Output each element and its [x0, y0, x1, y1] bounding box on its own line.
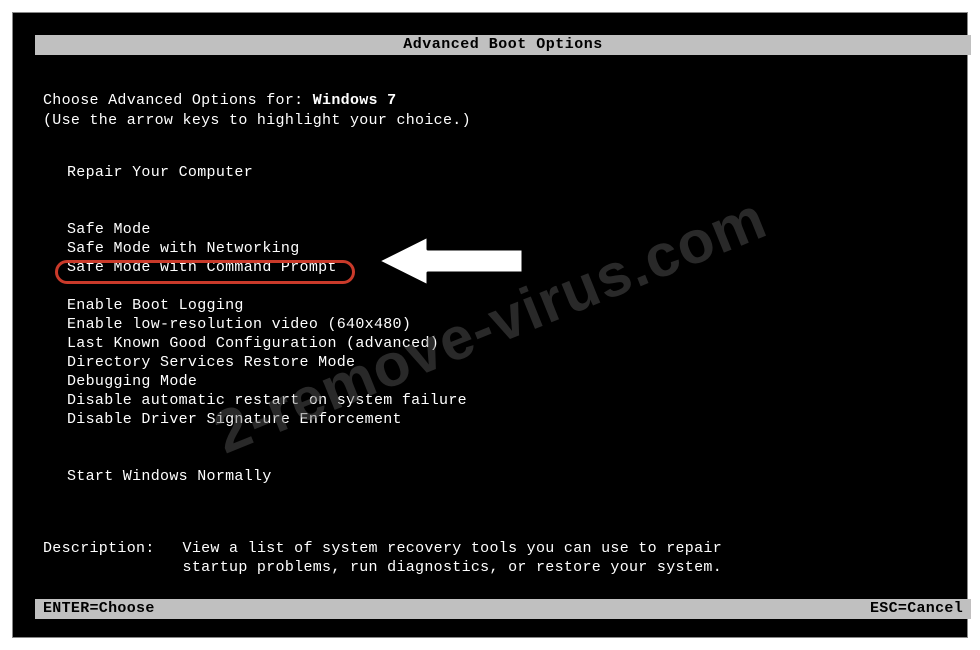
boot-screen: Advanced Boot Options Choose Advanced Op… — [12, 12, 968, 638]
option-low-res[interactable]: Enable low-resolution video (640x480) — [65, 315, 469, 334]
footer-enter: ENTER=Choose — [43, 599, 155, 619]
footer-esc: ESC=Cancel — [870, 599, 963, 619]
boot-options-list: Repair Your Computer Safe Mode Safe Mode… — [65, 163, 469, 486]
os-name: Windows 7 — [313, 92, 397, 109]
option-debugging[interactable]: Debugging Mode — [65, 372, 469, 391]
option-disable-sig-enforcement[interactable]: Disable Driver Signature Enforcement — [65, 410, 469, 429]
description-block: Description: View a list of system recov… — [43, 539, 722, 577]
option-safe-mode[interactable]: Safe Mode — [65, 220, 469, 239]
option-start-normally[interactable]: Start Windows Normally — [65, 467, 469, 486]
option-dsrm[interactable]: Directory Services Restore Mode — [65, 353, 469, 372]
option-repair[interactable]: Repair Your Computer — [65, 163, 469, 182]
description-line2: startup problems, run diagnostics, or re… — [43, 559, 722, 576]
title-text: Advanced Boot Options — [403, 36, 603, 53]
nav-hint: (Use the arrow keys to highlight your ch… — [43, 112, 471, 129]
title-bar: Advanced Boot Options — [35, 35, 971, 55]
option-boot-logging[interactable]: Enable Boot Logging — [65, 296, 469, 315]
option-last-known-good[interactable]: Last Known Good Configuration (advanced) — [65, 334, 469, 353]
prompt-prefix: Choose Advanced Options for: — [43, 92, 313, 109]
description-label: Description: — [43, 540, 183, 557]
option-disable-auto-restart[interactable]: Disable automatic restart on system fail… — [65, 391, 469, 410]
header-text: Choose Advanced Options for: Windows 7 (… — [43, 91, 471, 131]
option-safe-mode-networking[interactable]: Safe Mode with Networking — [65, 239, 469, 258]
option-safe-mode-cmd[interactable]: Safe Mode with Command Prompt — [65, 258, 469, 277]
footer-bar: ENTER=Choose ESC=Cancel — [35, 599, 971, 619]
description-line1: View a list of system recovery tools you… — [183, 540, 722, 557]
